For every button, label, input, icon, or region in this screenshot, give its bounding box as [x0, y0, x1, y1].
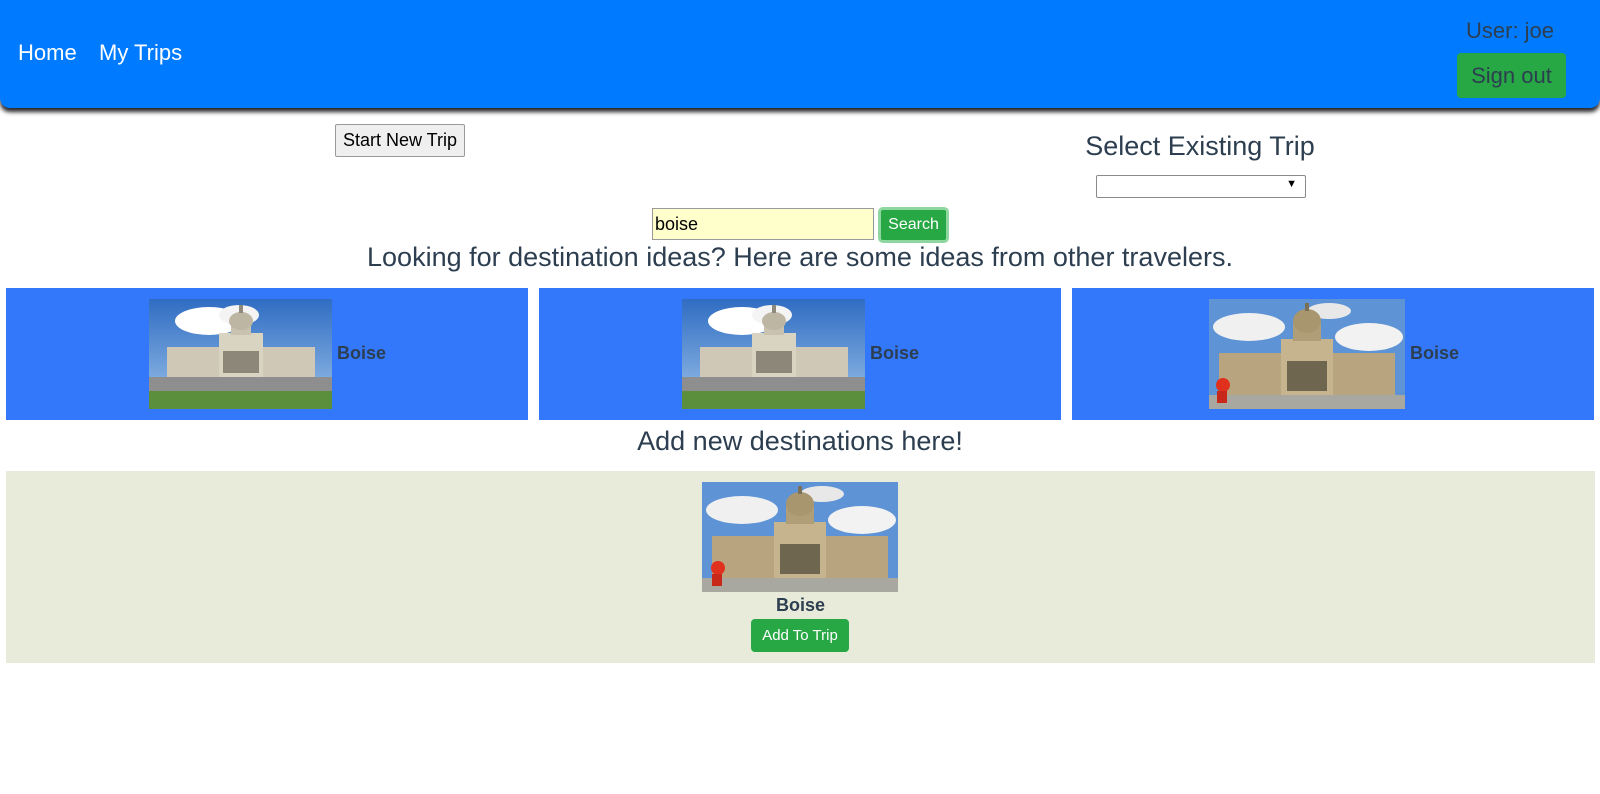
- top-navbar: Home My Trips User: joe Sign out: [0, 0, 1600, 108]
- ideas-heading: Looking for destination ideas? Here are …: [367, 242, 1233, 272]
- capitol-building-photo: [1209, 299, 1405, 409]
- add-to-trip-button[interactable]: Add To Trip: [751, 619, 849, 652]
- search-result-name: Boise: [775, 595, 826, 615]
- capitol-building-photo: [682, 299, 865, 409]
- search-result-panel: Boise Add To Trip: [6, 471, 1595, 663]
- start-new-trip-button[interactable]: Start New Trip: [335, 124, 465, 157]
- idea-card-name: Boise: [337, 343, 387, 363]
- add-destinations-heading: Add new destinations here!: [637, 426, 963, 456]
- dropdown-arrow-icon: ▼: [1286, 178, 1297, 190]
- existing-trip-select[interactable]: ▼: [1096, 175, 1306, 198]
- idea-card[interactable]: Boise: [1072, 288, 1594, 420]
- nav-my-trips-link[interactable]: My Trips: [99, 40, 182, 66]
- capitol-building-photo: [702, 482, 898, 592]
- destination-search-input[interactable]: [652, 208, 874, 240]
- user-label: User: joe: [1466, 18, 1555, 43]
- search-button[interactable]: Search: [878, 207, 949, 243]
- sign-out-button[interactable]: Sign out: [1457, 53, 1566, 98]
- idea-card-name: Boise: [870, 343, 920, 363]
- select-existing-trip-title: Select Existing Trip: [1085, 131, 1315, 161]
- idea-card[interactable]: Boise: [6, 288, 528, 420]
- capitol-building-photo: [149, 299, 332, 409]
- idea-card[interactable]: Boise: [539, 288, 1061, 420]
- idea-card-name: Boise: [1410, 343, 1460, 363]
- nav-home-link[interactable]: Home: [18, 40, 77, 66]
